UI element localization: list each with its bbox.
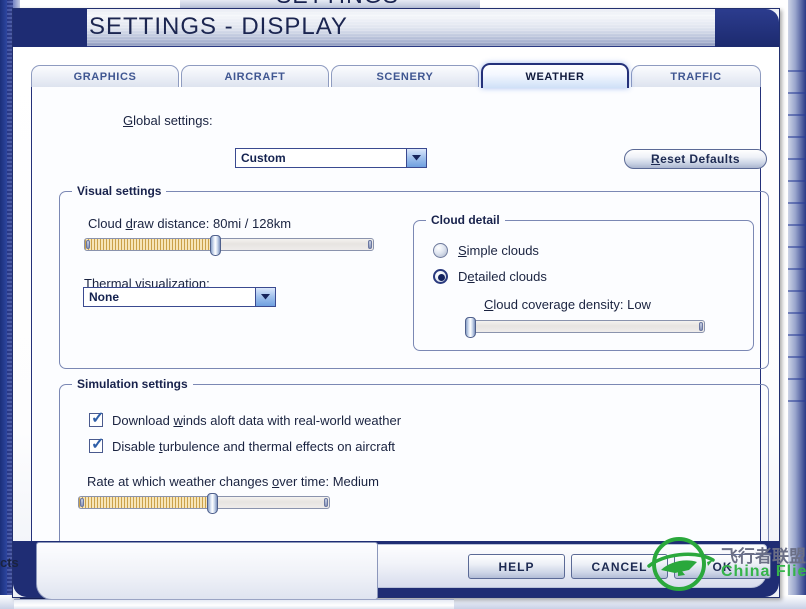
screen: SETTINGS cts SETTINGS - DISPLAY GRAPHICS… [0, 0, 806, 609]
tab-scenery-label: SCENERY [376, 70, 434, 83]
tab-scenery[interactable]: SCENERY [331, 65, 479, 87]
weather-change-rate-slider[interactable] [78, 493, 330, 514]
checkbox-disable-turbulence[interactable]: ✓ [89, 436, 105, 453]
tabstrip: GRAPHICS AIRCRAFT SCENERY WEATHER TRAFFI… [31, 63, 761, 88]
titlebar-left-cap [13, 9, 87, 47]
tab-traffic-label: TRAFFIC [670, 70, 722, 83]
tab-graphics-label: GRAPHICS [73, 70, 137, 83]
check-icon: ✓ [91, 410, 105, 427]
slider-right-cap [368, 240, 372, 249]
cloud-coverage-density-label: Cloud coverage density: Low [484, 297, 651, 312]
cloud-draw-distance-value: 80mi / 128km [213, 216, 292, 231]
cloud-coverage-density-value: Low [627, 297, 651, 312]
slider-left-cap [86, 240, 90, 249]
cancel-button[interactable]: CANCEL [571, 554, 668, 579]
weather-change-rate-value: Medium [332, 474, 379, 489]
radio-simple-clouds[interactable] [433, 243, 448, 258]
dialog-client-area: GRAPHICS AIRCRAFT SCENERY WEATHER TRAFFI… [13, 47, 779, 597]
slider-track [84, 238, 374, 251]
background-window-panel [36, 542, 378, 600]
global-settings-label: Global settings: [123, 113, 213, 128]
tab-weather[interactable]: WEATHER [481, 63, 629, 88]
background-window-text: cts [0, 555, 19, 570]
slider-thumb[interactable] [206, 493, 218, 514]
visual-settings-group: Visual settings Cloud draw distance: 80m… [59, 184, 769, 369]
radio-detailed-clouds[interactable] [433, 269, 448, 284]
checkbox-disable-turbulence-label: Disable turbulence and thermal effects o… [112, 439, 396, 454]
cloud-draw-distance-slider[interactable] [84, 235, 374, 256]
checkbox-download-winds-aloft[interactable]: ✓ [89, 410, 105, 427]
slider-track [465, 320, 705, 333]
slider-thumb[interactable] [209, 235, 221, 256]
tab-aircraft[interactable]: AIRCRAFT [181, 65, 329, 87]
ok-button-label: OK [712, 559, 733, 574]
background-window-bottom-strip [14, 599, 454, 609]
checkbox-download-winds-aloft-label: Download winds aloft data with real-worl… [112, 413, 402, 428]
ok-button[interactable]: OK [674, 554, 771, 579]
settings-dialog: SETTINGS - DISPLAY GRAPHICS AIRCRAFT SCE… [12, 8, 780, 598]
cloud-detail-group: Cloud detail Simple clouds Detailed clou… [413, 213, 754, 351]
weather-change-rate-label: Rate at which weather changes over time:… [87, 474, 379, 489]
cloud-coverage-density-slider[interactable] [464, 317, 705, 338]
slider-fill [85, 239, 216, 250]
tab-graphics[interactable]: GRAPHICS [31, 65, 179, 87]
radio-detailed-clouds-label: Detailed clouds [458, 269, 547, 284]
slider-thumb[interactable] [464, 317, 476, 338]
simulation-settings-group: Simulation settings ✓ Download winds alo… [59, 377, 769, 547]
slider-fill [79, 497, 213, 508]
tab-aircraft-label: AIRCRAFT [224, 70, 286, 83]
help-button-label: HELP [498, 559, 535, 574]
tab-weather-label: WEATHER [525, 70, 585, 83]
slider-right-cap [324, 498, 328, 507]
slider-left-cap [80, 498, 84, 507]
background-window-title: SETTINGS [276, 0, 399, 8]
radio-simple-clouds-label: Simple clouds [458, 243, 539, 258]
slider-right-cap [699, 322, 703, 331]
visual-settings-title: Visual settings [72, 184, 167, 198]
tab-traffic[interactable]: TRAFFIC [631, 65, 761, 87]
global-settings-value: Custom [241, 151, 286, 165]
cloud-draw-distance-label: Cloud draw distance: 80mi / 128km [88, 216, 292, 231]
desktop-right-stripes [788, 70, 806, 410]
reset-defaults-button[interactable]: Reset Defaults [624, 149, 767, 169]
page-title: SETTINGS - DISPLAY [89, 13, 348, 40]
cancel-button-label: CANCEL [591, 559, 648, 574]
thermal-visualization-select[interactable]: None [83, 287, 276, 307]
dialog-titlebar: SETTINGS - DISPLAY [13, 9, 779, 47]
global-settings-select[interactable]: Custom [235, 148, 427, 168]
chevron-down-icon[interactable] [255, 288, 275, 306]
reset-defaults-label: Reset Defaults [651, 152, 740, 166]
check-icon: ✓ [91, 436, 105, 453]
simulation-settings-title: Simulation settings [72, 377, 193, 391]
titlebar-right-cap [715, 9, 779, 47]
chevron-down-icon[interactable] [406, 149, 426, 167]
thermal-visualization-value: None [89, 290, 119, 304]
cloud-detail-title: Cloud detail [426, 213, 505, 227]
slider-track [78, 496, 330, 509]
help-button[interactable]: HELP [468, 554, 565, 579]
